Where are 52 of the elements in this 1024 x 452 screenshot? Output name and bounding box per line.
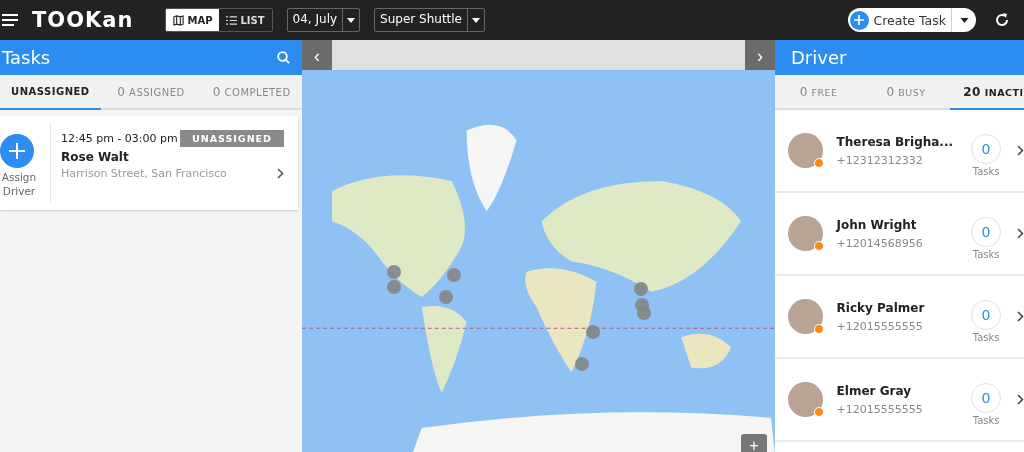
caret-icon	[472, 17, 480, 23]
date-dropdown[interactable]: 04, July	[286, 8, 361, 32]
task-card[interactable]: Assign Driver 12:45 pm - 03:00 pm UNASSIGNED Rose Walt Harrison Street, San Francisco	[0, 116, 298, 210]
task-tab[interactable]: UNASSIGNED	[0, 75, 101, 110]
view-toggle-button[interactable]: MAP	[166, 9, 220, 31]
panel-title: Driver	[791, 47, 847, 68]
driver-name: Theresa Brigha...	[836, 134, 955, 149]
driver-row[interactable]: Elmer Gray +12015555555 0 Tasks	[775, 359, 1024, 442]
chevron-right-icon[interactable]	[1017, 311, 1024, 322]
driver-tab[interactable]: 20 INACTI	[949, 75, 1024, 110]
search-icon[interactable]	[277, 51, 290, 64]
create-task-button[interactable]: Create Task	[847, 8, 976, 32]
task-time: 12:45 pm - 03:00 pm	[61, 132, 178, 145]
driver-name: Ricky Palmer	[836, 300, 926, 315]
driver-phone: +12015555555	[836, 319, 924, 333]
tasks-label: Tasks	[972, 166, 1000, 177]
panel-title: Tasks	[2, 47, 51, 68]
plus-icon	[9, 143, 25, 159]
driver-name: John Wright	[836, 217, 918, 232]
caret-icon[interactable]	[959, 17, 969, 23]
driver-row[interactable]: Theresa Brigha... +12312312332 0 Tasks	[775, 110, 1024, 193]
chevron-right-icon[interactable]	[1017, 228, 1024, 239]
assign-driver-button[interactable]	[0, 134, 34, 168]
avatar	[788, 133, 823, 168]
menu-icon[interactable]	[2, 14, 18, 26]
tasks-label: Tasks	[972, 249, 1000, 260]
avatar	[788, 382, 823, 417]
refresh-icon[interactable]	[994, 12, 1010, 28]
driver-phone: +12312312332	[836, 153, 924, 167]
task-address: Harrison Street, San Francisco	[61, 167, 227, 180]
chevron-right-icon[interactable]	[1017, 394, 1024, 405]
zoom-in-button[interactable]: +	[741, 434, 767, 452]
chevron-right-icon[interactable]	[277, 168, 284, 179]
avatar	[788, 216, 823, 251]
list-icon	[226, 14, 238, 26]
chevron-right-icon[interactable]	[1017, 145, 1024, 156]
avatar	[788, 299, 823, 334]
driver-row[interactable]: Ricky Palmer +12015555555 0 Tasks	[775, 276, 1024, 359]
status-badge: UNASSIGNED	[180, 130, 284, 147]
caret-icon	[347, 17, 356, 23]
tasks-label: Tasks	[972, 332, 1000, 343]
driver-phone: +12014568956	[836, 236, 924, 250]
plus-icon	[849, 10, 869, 30]
assign-driver-label: Assign Driver	[0, 171, 38, 199]
fleet-dropdown[interactable]: Super Shuttle	[374, 8, 485, 32]
app-logo: TOOKan	[32, 8, 134, 32]
tasks-label: Tasks	[972, 415, 1000, 426]
customer-name: Rose Walt	[61, 150, 130, 164]
driver-row[interactable]: John Wright +12014568956 0 Tasks	[775, 193, 1024, 276]
driver-phone: +12015555555	[836, 402, 924, 416]
driver-name: Elmer Gray	[836, 383, 912, 398]
map-icon	[173, 14, 185, 26]
